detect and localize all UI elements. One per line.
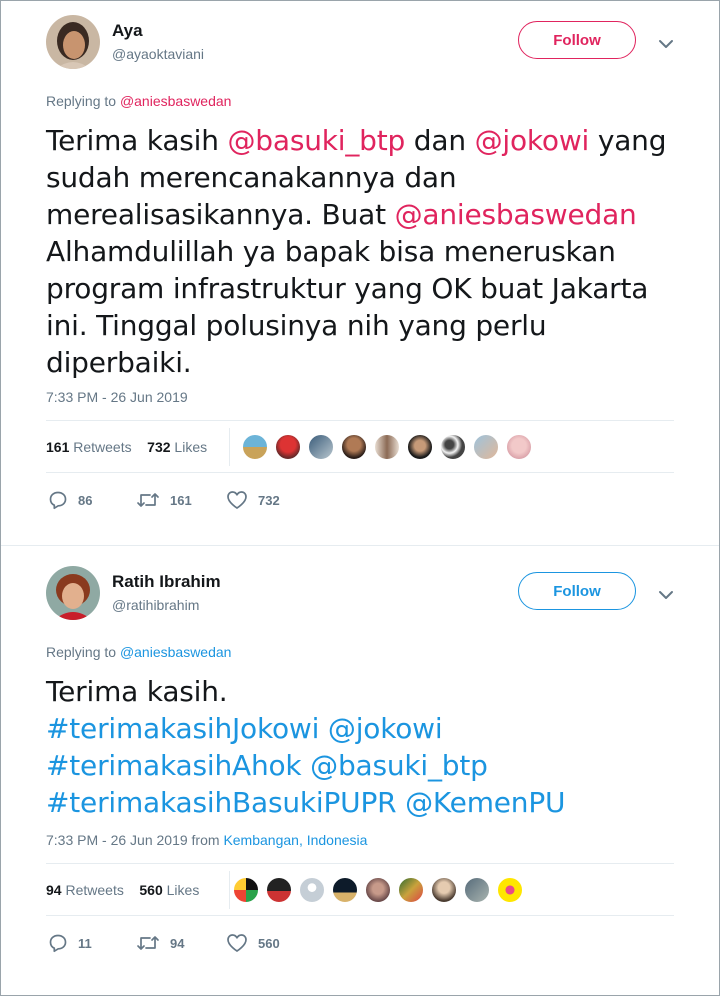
liker-avatar[interactable] xyxy=(299,877,325,903)
divider xyxy=(229,428,230,466)
mention-link[interactable]: @aniesbaswedan xyxy=(395,198,637,231)
liker-avatar[interactable] xyxy=(266,877,292,903)
reply-count: 86 xyxy=(78,492,93,508)
replying-mention[interactable]: @aniesbaswedan xyxy=(120,93,232,109)
mention-link[interactable]: @basuki_btp xyxy=(301,749,488,782)
liker-avatar[interactable] xyxy=(308,434,334,460)
likes-stat[interactable]: 560 Likes xyxy=(139,882,199,898)
retweets-stat[interactable]: 94 Retweets xyxy=(46,882,124,898)
timestamp-text[interactable]: 7:33 PM - 26 Jun 2019 from xyxy=(46,832,223,848)
replying-label: Replying to xyxy=(46,93,117,109)
retweets-stat[interactable]: 161 Retweets xyxy=(46,439,132,455)
divider xyxy=(46,472,674,473)
tweet-text: Terima kasih. #terimakasihJokowi @jokowi… xyxy=(46,673,686,821)
divider xyxy=(46,863,674,864)
text-span: merealisasikannya. Buat xyxy=(46,198,395,231)
user-handle[interactable]: @ratihibrahim xyxy=(112,597,199,613)
mention-link[interactable]: @KemenPU xyxy=(396,786,565,819)
liker-avatar[interactable] xyxy=(464,877,490,903)
text-line: sudah merencanakannya dan xyxy=(46,161,457,194)
reply-button[interactable]: 86 xyxy=(48,490,92,510)
divider xyxy=(46,915,674,916)
like-button[interactable]: 732 xyxy=(226,490,280,510)
liker-avatar[interactable] xyxy=(332,877,358,903)
retweet-icon xyxy=(137,493,159,507)
timestamp: 7:33 PM - 26 Jun 2019 from Kembangan, In… xyxy=(46,832,367,848)
heart-icon xyxy=(227,491,247,509)
likes-stat[interactable]: 732 Likes xyxy=(147,439,207,455)
replying-mention[interactable]: @aniesbaswedan xyxy=(120,644,232,660)
liker-avatar[interactable] xyxy=(407,434,433,460)
hashtag-link[interactable]: #terimakasihJokowi xyxy=(46,712,319,745)
liker-avatar[interactable] xyxy=(242,434,268,460)
text-line: Terima kasih. xyxy=(46,675,228,708)
follow-button[interactable]: Follow xyxy=(518,572,636,610)
display-name[interactable]: Aya xyxy=(112,21,143,41)
like-count: 732 xyxy=(258,492,280,508)
tweet-text: Terima kasih @basuki_btp dan @jokowi yan… xyxy=(46,122,686,381)
mention-link[interactable]: @basuki_btp xyxy=(228,124,406,157)
liker-avatar[interactable] xyxy=(233,877,259,903)
chevron-down-icon[interactable] xyxy=(656,34,676,54)
reply-icon xyxy=(49,491,67,510)
divider xyxy=(46,420,674,421)
reply-icon xyxy=(49,934,67,953)
liker-avatar[interactable] xyxy=(398,877,424,903)
retweet-button[interactable]: 161 xyxy=(136,490,192,510)
tweet-actions: 86 161 732 xyxy=(46,490,346,512)
replying-to: Replying to @aniesbaswedan xyxy=(46,93,231,109)
liker-avatar[interactable] xyxy=(431,877,457,903)
liker-avatar[interactable] xyxy=(341,434,367,460)
display-name[interactable]: Ratih Ibrahim xyxy=(112,572,221,592)
liker-avatar[interactable] xyxy=(374,434,400,460)
engagement-stats: 94 Retweets 560 Likes xyxy=(46,882,199,898)
hashtag-link[interactable]: #terimakasihAhok xyxy=(46,749,302,782)
hashtag-link[interactable]: #terimakasihBasukiPUPR xyxy=(46,786,397,819)
text-line: Alhamdulillah ya bapak bisa meneruskan xyxy=(46,235,616,268)
engagement-stats: 161 Retweets 732 Likes xyxy=(46,439,207,455)
liker-avatar[interactable] xyxy=(365,877,391,903)
text-line: program infrastruktur yang OK buat Jakar… xyxy=(46,272,649,305)
reply-button[interactable]: 11 xyxy=(48,933,92,953)
like-count: 560 xyxy=(258,935,280,951)
retweet-count: 94 xyxy=(170,935,185,951)
user-handle[interactable]: @ayaoktaviani xyxy=(112,46,204,62)
mention-link[interactable]: @jokowi xyxy=(319,712,443,745)
retweet-count: 161 xyxy=(170,492,192,508)
heart-icon xyxy=(227,934,247,952)
text-span: Terima kasih xyxy=(46,124,228,157)
text-span: dan xyxy=(405,124,475,157)
liker-avatar[interactable] xyxy=(275,434,301,460)
text-line: diperbaiki. xyxy=(46,346,192,379)
text-span: yang xyxy=(589,124,667,157)
follow-button[interactable]: Follow xyxy=(518,21,636,59)
liker-avatar[interactable] xyxy=(473,434,499,460)
avatar[interactable] xyxy=(46,15,100,69)
chevron-down-icon[interactable] xyxy=(656,585,676,605)
timestamp[interactable]: 7:33 PM - 26 Jun 2019 xyxy=(46,389,188,405)
location-link[interactable]: Kembangan, Indonesia xyxy=(223,832,367,848)
text-line: ini. Tinggal polusinya nih yang perlu xyxy=(46,309,547,342)
liker-avatar[interactable] xyxy=(440,434,466,460)
tweet-actions: 11 94 560 xyxy=(46,933,346,955)
retweet-icon xyxy=(137,936,159,950)
like-button[interactable]: 560 xyxy=(226,933,280,953)
liker-avatar[interactable] xyxy=(497,877,523,903)
tweet-separator xyxy=(1,545,719,546)
avatar[interactable] xyxy=(46,566,100,620)
liker-avatar[interactable] xyxy=(506,434,532,460)
replying-label: Replying to xyxy=(46,644,117,660)
reply-count: 11 xyxy=(78,935,92,951)
retweet-button[interactable]: 94 xyxy=(136,933,184,953)
divider xyxy=(229,871,230,909)
mention-link[interactable]: @jokowi xyxy=(475,124,590,157)
replying-to: Replying to @aniesbaswedan xyxy=(46,644,231,660)
